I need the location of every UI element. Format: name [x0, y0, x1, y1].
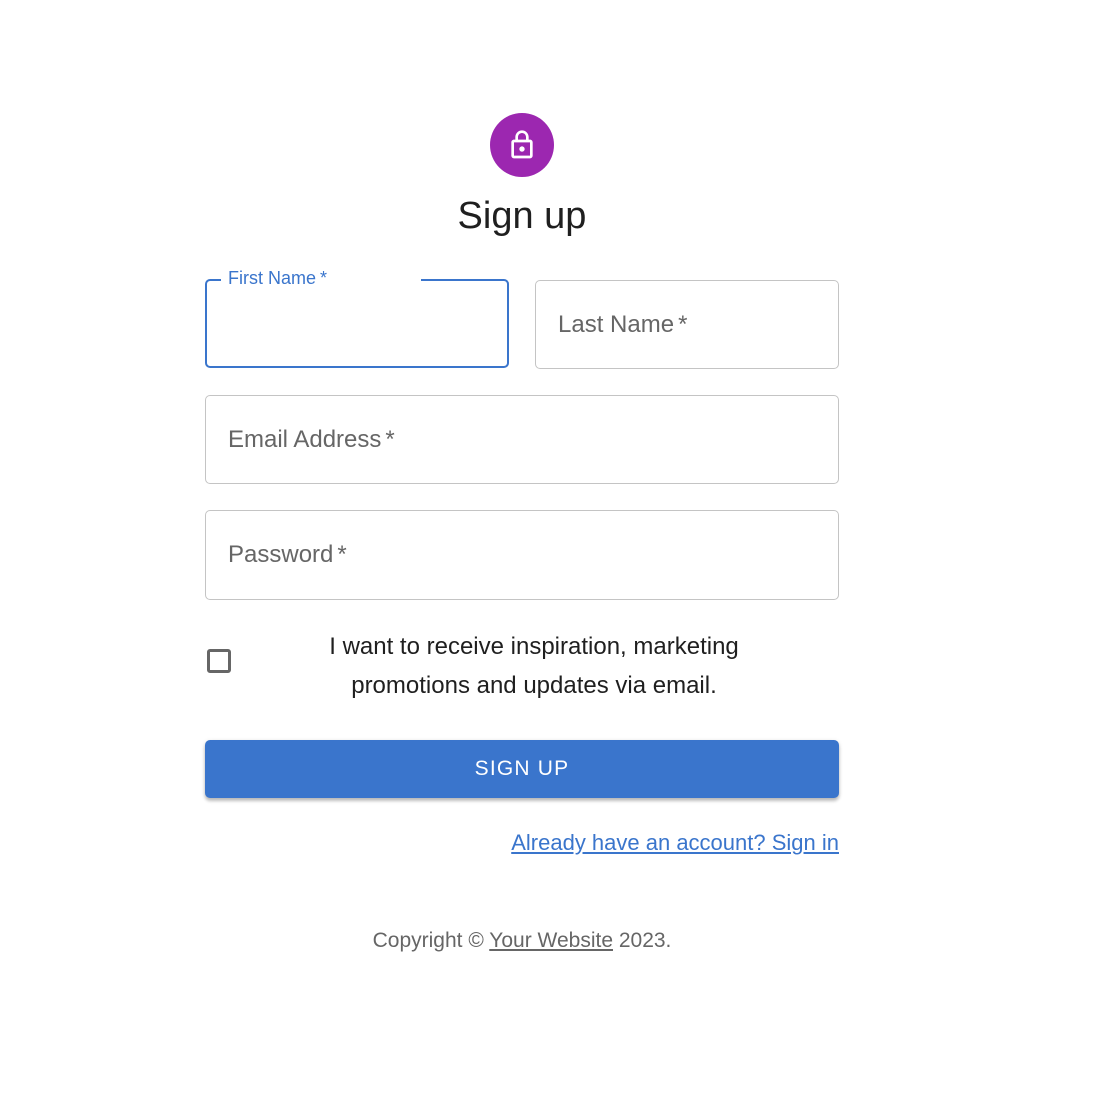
- required-mark: *: [678, 310, 688, 338]
- consent-label: I want to receive inspiration, marketing…: [329, 633, 739, 699]
- last-name-label-text: Last Name: [558, 310, 675, 338]
- password-label: Password *: [228, 541, 347, 569]
- copyright-footer: Copyright © Your Website 2023.: [0, 929, 1044, 953]
- sign-up-button[interactable]: SIGN UP: [205, 740, 839, 798]
- email-field[interactable]: Email Address *: [205, 395, 839, 484]
- avatar: [490, 113, 554, 177]
- last-name-label: Last Name *: [558, 311, 687, 339]
- sign-in-link[interactable]: Already have an account? Sign in: [511, 830, 839, 856]
- first-name-input[interactable]: [207, 281, 507, 366]
- lock-icon: [511, 130, 533, 159]
- copyright-prefix: Copyright ©: [372, 929, 490, 952]
- password-field[interactable]: Password *: [205, 510, 839, 600]
- copyright-year: 2023.: [613, 929, 672, 952]
- email-label-text: Email Address: [228, 425, 382, 453]
- page-title: Sign up: [457, 195, 587, 237]
- last-name-field[interactable]: Last Name *: [535, 280, 839, 369]
- email-label: Email Address *: [228, 426, 395, 454]
- required-mark: *: [337, 541, 347, 568]
- consent-checkbox[interactable]: [207, 649, 231, 673]
- signup-page: Sign up First Name * Last Name * Email Add…: [0, 0, 1100, 1104]
- password-label-text: Password: [228, 541, 334, 568]
- first-name-field[interactable]: First Name *: [205, 268, 509, 368]
- required-mark: *: [385, 425, 395, 453]
- website-link[interactable]: Your Website: [489, 929, 613, 952]
